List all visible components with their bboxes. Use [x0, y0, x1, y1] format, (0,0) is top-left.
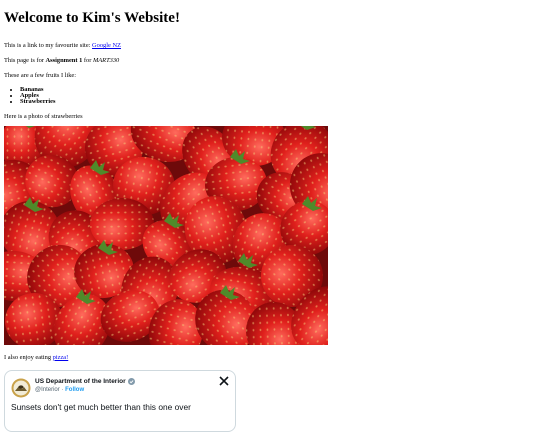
fruits-intro: These are a few fruits I like:: [4, 72, 77, 79]
course-code: MART330: [92, 57, 120, 64]
tweet-account-name[interactable]: US Department of the Interior: [35, 377, 135, 385]
assignment-mid-text: for: [82, 57, 93, 64]
embedded-tweet[interactable]: US Department of the Interior @Interior …: [4, 369, 236, 432]
page-content: Welcome to Kim's Website! This is a link…: [4, 0, 536, 432]
pizza-paragraph: I also enjoy eating pizza!: [4, 354, 536, 362]
verified-badge-icon: [127, 377, 135, 385]
photo-caption: Here is a photo of strawberries: [4, 112, 83, 120]
list-item: Strawberries: [20, 99, 536, 106]
fruit-list: Bananas Apples Strawberries: [4, 86, 536, 106]
account-name-text[interactable]: US Department of the Interior: [35, 378, 126, 385]
intro-paragraph: This is a link to my favourite site: Goo…: [4, 42, 536, 50]
tweet-handle[interactable]: @Interior: [35, 387, 60, 393]
strawberries-photo: [4, 125, 328, 345]
follow-button[interactable]: Follow: [65, 387, 84, 393]
interior-seal-avatar[interactable]: [11, 378, 31, 398]
assignment-paragraph: This page is for Assignment 1 for MART33…: [4, 57, 536, 65]
x-logo-icon[interactable]: [219, 376, 229, 386]
pizza-text: I also enjoy eating: [4, 353, 53, 361]
tweet-meta: @Interior · Follow: [35, 387, 84, 393]
pizza-link[interactable]: pizza!: [53, 354, 69, 361]
page-title: Welcome to Kim's Website!: [4, 10, 180, 26]
assignment-name: Assignment 1: [45, 57, 83, 64]
tweet-text: Sunsets don't get much better than this …: [11, 401, 191, 412]
assignment-pre-text: This page is for: [4, 57, 46, 64]
google-nz-link[interactable]: Google NZ: [92, 42, 121, 49]
intro-text: This is a link to my favourite site:: [4, 42, 93, 49]
